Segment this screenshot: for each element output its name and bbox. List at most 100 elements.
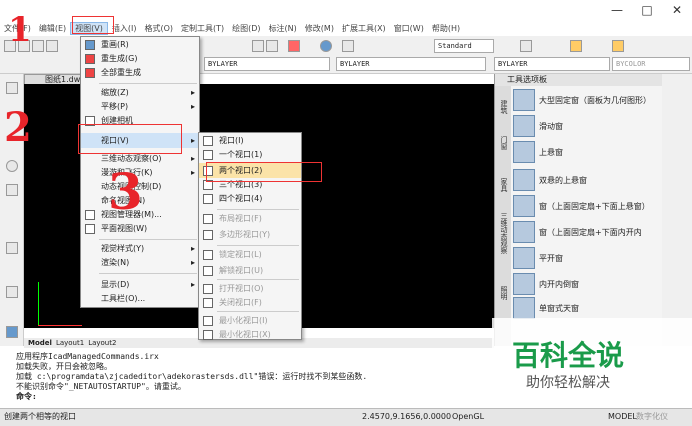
cancel-icon[interactable] — [288, 40, 300, 52]
palette-item[interactable]: 滑动窗 — [513, 114, 661, 138]
menu-item-render[interactable]: 渲染(N) ▸ — [81, 255, 199, 270]
help-icon[interactable] — [320, 40, 332, 52]
menu-item-lock-viewport[interactable]: 锁定视口(L) — [199, 247, 301, 262]
palette-item[interactable]: 内开内倒窗 — [513, 272, 661, 296]
step-number: 2 — [4, 104, 32, 151]
rectangle-tool-icon[interactable] — [6, 242, 18, 254]
palette-item[interactable]: 上悬窗 — [513, 140, 661, 164]
menu-item-regen[interactable]: 重生成(G) — [81, 51, 199, 66]
menu-item-visual-styles[interactable]: 视觉样式(Y) ▸ — [81, 241, 199, 256]
menu-draw[interactable]: 绘图(D) — [228, 23, 264, 34]
hatch-tool-icon[interactable] — [6, 286, 18, 298]
snap-icon[interactable] — [612, 40, 624, 52]
line-icon[interactable] — [520, 40, 532, 52]
tab-layout2[interactable]: Layout2 — [88, 339, 116, 347]
menu-item-redraw[interactable]: 重画(R) — [81, 37, 199, 52]
menu-help[interactable]: 帮助(H) — [428, 23, 464, 34]
menu-item-viewports-dialog[interactable]: 视口(I) — [199, 133, 301, 148]
viewport-icon — [203, 298, 213, 308]
menu-edit[interactable]: 编辑(E) — [35, 23, 70, 34]
circle-tool-icon[interactable] — [6, 160, 18, 172]
palette-item[interactable]: 单窗式天窗 — [513, 296, 661, 320]
status-hint: 创建两个相等的视口 — [4, 412, 76, 421]
tab-model[interactable]: Model — [28, 339, 52, 347]
opengl-toggle[interactable]: OpenGL — [452, 409, 484, 425]
palette-side-tabs: 建筑 门窗 家具 三维动态观察 照明 — [495, 86, 511, 346]
window-icon — [513, 221, 535, 243]
window-icon — [513, 169, 535, 191]
palette-item[interactable]: 平开窗 — [513, 246, 661, 270]
palette-item[interactable]: 大型固定窗（面板为几何图形） — [513, 88, 661, 112]
menu-separator — [217, 279, 299, 280]
watermark: 百科全说 助你轻松解决 — [492, 318, 692, 398]
linetype-select[interactable]: BYLAYER — [336, 57, 486, 71]
redo-icon[interactable] — [266, 40, 278, 52]
x-axis-icon — [38, 325, 82, 326]
circle-icon[interactable] — [570, 40, 582, 52]
close-button[interactable]: ✕ — [662, 0, 692, 20]
menu-dimension[interactable]: 标注(N) — [265, 23, 301, 34]
menu-item-toolbars[interactable]: 工具栏(O)... — [81, 291, 199, 306]
menu-item-open-viewport[interactable]: 打开视口(O) — [199, 281, 301, 296]
save-icon[interactable] — [32, 40, 44, 52]
menu-custom-tools[interactable]: 定制工具(T) — [177, 23, 228, 34]
viewport-icon — [203, 214, 213, 224]
text-style-icon[interactable] — [342, 40, 354, 52]
highlight-two-viewports — [206, 162, 322, 182]
palette-tab[interactable]: 三维动态观察 — [497, 212, 509, 254]
menu-item-four-viewports[interactable]: 四个视口(4) — [199, 191, 301, 206]
menu-item-minimize-viewport[interactable]: 最小化视口(I) — [199, 313, 301, 328]
model-toggle[interactable]: MODEL — [608, 409, 637, 425]
menu-extension-tools[interactable]: 扩展工具(X) — [338, 23, 390, 34]
menu-window[interactable]: 窗口(W) — [390, 23, 428, 34]
palette-item[interactable]: 窗（上面固定扇+下面上悬窗） — [513, 194, 661, 218]
minimize-button[interactable]: — — [602, 0, 632, 20]
menu-item-layout-viewport[interactable]: 布局视口(F) — [199, 211, 301, 226]
menu-item-pan[interactable]: 平移(P) ▸ — [81, 99, 199, 114]
menu-modify[interactable]: 修改(M) — [301, 23, 338, 34]
arc-tool-icon[interactable] — [6, 184, 18, 196]
text-style-select[interactable]: Standard — [434, 39, 494, 53]
watermark-title: 百科全说 — [512, 339, 625, 372]
line-tool-icon[interactable] — [6, 82, 18, 94]
polygon-icon — [203, 230, 213, 240]
menu-item-display[interactable]: 显示(D) ▸ — [81, 277, 199, 292]
window-icon — [513, 273, 535, 295]
print-icon[interactable] — [46, 40, 58, 52]
viewport-icon — [203, 150, 213, 160]
menu-item-unlock-viewport[interactable]: 解锁视口(U) — [199, 263, 301, 278]
maximize-button[interactable]: □ — [632, 0, 662, 20]
digitizer-toggle[interactable]: 数字化仪 — [636, 409, 668, 425]
lineweight-select[interactable]: BYLAYER — [494, 57, 610, 71]
highlight-view-menu — [72, 16, 114, 34]
step-number: 3 — [108, 162, 143, 221]
undo-icon[interactable] — [252, 40, 264, 52]
palette-title: 工具选项板 — [495, 74, 663, 86]
status-bar: 创建两个相等的视口 2.4570,9.1656,0.0000 OpenGL MO… — [0, 408, 692, 426]
tool-palette: 工具选项板 建筑 门窗 家具 三维动态观察 照明 大型固定窗（面板为几何图形） … — [494, 74, 663, 346]
menu-item-minimize-viewport-x[interactable]: 最小化视口(X) — [199, 327, 301, 342]
menu-item-close-viewport[interactable]: 关闭视口(F) — [199, 295, 301, 310]
unlock-icon — [203, 266, 213, 276]
palette-tab[interactable]: 建筑 — [497, 100, 509, 114]
palette-item[interactable]: 双悬的上悬窗 — [513, 168, 661, 192]
color-select[interactable]: BYCOLOR — [612, 57, 690, 71]
coordinates: 2.4570,9.1656,0.0000 — [362, 412, 452, 421]
menu-item-one-viewport[interactable]: 一个视口(1) — [199, 147, 301, 162]
palette-tab[interactable]: 家具 — [497, 178, 509, 192]
layer-select[interactable]: BYLAYER — [204, 57, 330, 71]
palette-tab[interactable]: 门窗 — [497, 136, 509, 150]
menu-separator — [99, 83, 197, 84]
window-icon — [513, 297, 535, 319]
menu-item-regen-all[interactable]: 全部重生成 — [81, 65, 199, 80]
insert-block-icon[interactable] — [6, 326, 18, 338]
modify-toolbar — [662, 74, 692, 346]
palette-tab[interactable]: 照明 — [497, 286, 509, 300]
menu-item-plan-view[interactable]: 平面视图(W) — [81, 221, 199, 236]
viewport-icon — [203, 194, 213, 204]
menu-item-polygon-viewport[interactable]: 多边形视口(Y) — [199, 227, 301, 242]
menu-item-zoom[interactable]: 缩放(Z) ▸ — [81, 85, 199, 100]
tab-layout1[interactable]: Layout1 — [56, 339, 84, 347]
palette-item[interactable]: 窗（上面固定扇+下面内开内 — [513, 220, 661, 244]
menu-format[interactable]: 格式(O) — [140, 23, 177, 34]
